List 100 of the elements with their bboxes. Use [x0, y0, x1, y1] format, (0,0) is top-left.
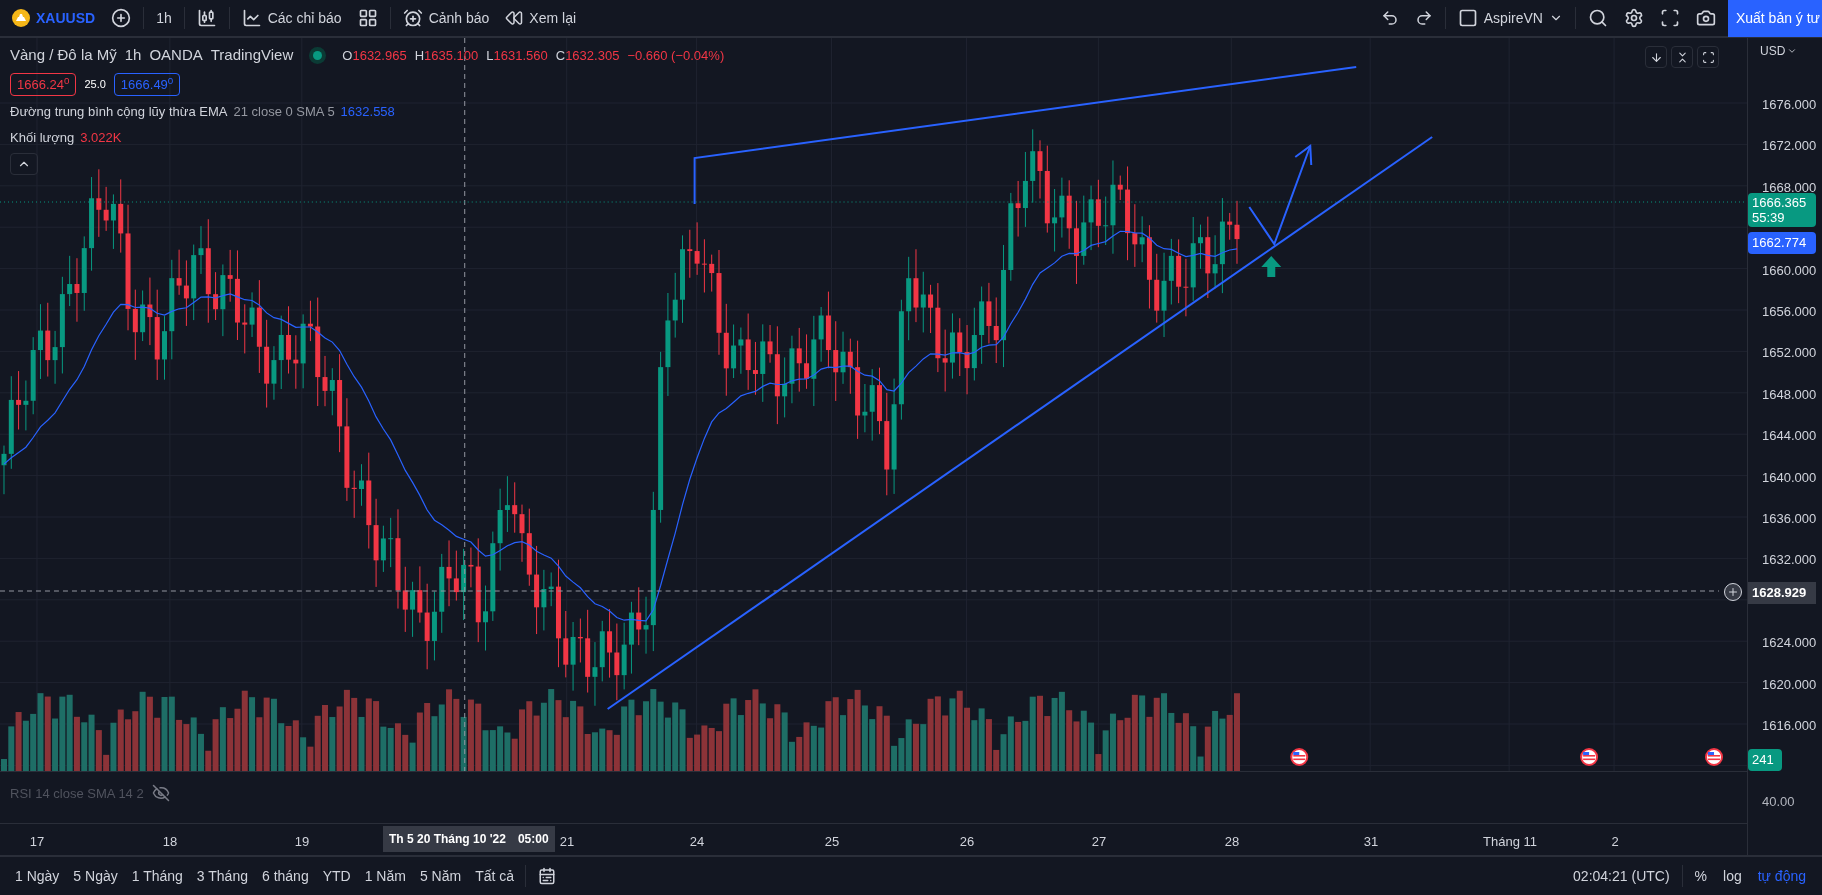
layout-button[interactable]: AspireVN	[1449, 3, 1571, 33]
time-tick: 21	[559, 833, 575, 851]
price-tick: 1644.000	[1762, 427, 1817, 446]
time-tick: 17	[29, 833, 45, 851]
price-tick: 1636.000	[1762, 510, 1817, 528]
indicator-value: 1632.558	[340, 103, 395, 121]
calendar-icon	[538, 867, 557, 885]
collapse-legend-button[interactable]	[10, 153, 38, 175]
ohlc-value: 1632.305	[565, 46, 620, 65]
plus-icon	[111, 8, 132, 28]
range-button[interactable]: 5 Ngày	[66, 862, 125, 890]
publish-button[interactable]: Xuất bản ý tư	[1727, 0, 1822, 37]
scroll-down-button[interactable]	[1645, 46, 1667, 68]
range-button[interactable]: 5 Năm	[412, 862, 469, 890]
collapse-button[interactable]	[1671, 46, 1693, 68]
indicator-name: Đường trung bình cộng lũy thừa EMA	[10, 103, 228, 121]
ohlc-value: 1631.560	[493, 46, 548, 65]
camera-icon	[1695, 8, 1716, 28]
ohlc-label: H	[414, 46, 425, 65]
legend-title: TradingView	[210, 45, 294, 65]
ohlc-value: 1632.965	[352, 46, 407, 65]
time-tick: 31	[1363, 833, 1379, 851]
crosshair-price-tag: 1628.929	[1748, 582, 1816, 604]
volume-tag: 241	[1748, 749, 1782, 771]
ohlc-value: 1635.100	[424, 46, 479, 65]
range-button[interactable]: 1 Năm	[357, 862, 413, 890]
rsi-label: RSI 14 close SMA 14 2	[10, 785, 144, 803]
time-tick: 2	[1611, 833, 1619, 851]
range-button[interactable]: 1 Ngày	[8, 862, 67, 890]
replay-button[interactable]: Xem lại	[497, 3, 585, 33]
fullscreen-icon	[1659, 8, 1680, 28]
price-tick: 1668.000	[1762, 178, 1817, 197]
interval-button[interactable]: 1h	[148, 3, 180, 33]
ohlc-label: L	[486, 46, 494, 65]
up-arrow-icon	[1261, 256, 1282, 277]
square-icon	[1457, 8, 1478, 28]
grid-icon	[357, 8, 378, 28]
plus-icon	[1727, 586, 1739, 598]
maximize-button[interactable]	[1697, 46, 1719, 68]
rsi-tick: 40.00	[1762, 793, 1795, 811]
price-tick: 1632.000	[1762, 551, 1817, 570]
frame-icon	[1701, 50, 1715, 64]
symbol-button[interactable]: XAUUSD	[4, 3, 104, 33]
price-tick: 1624.000	[1762, 634, 1817, 653]
search-icon	[1587, 8, 1608, 28]
range-button[interactable]: 6 tháng	[254, 862, 316, 890]
price-tick: 1672.000	[1762, 137, 1817, 156]
indicator-params: 21 close 0 SMA 5	[233, 103, 335, 121]
auto-scale-button[interactable]: tự động	[1749, 865, 1814, 887]
rewind-icon	[505, 9, 524, 27]
percent-button[interactable]: %	[1686, 865, 1715, 887]
alerts-button[interactable]: Cảnh báo	[394, 3, 498, 33]
range-button[interactable]: 1 Tháng	[124, 862, 190, 890]
time-tick: Tháng 11	[1483, 833, 1537, 851]
last-price: 1666.365	[1752, 195, 1808, 210]
coin-logo-icon	[12, 9, 30, 27]
spread-value: 25.0	[84, 77, 106, 92]
alarm-clock-icon	[402, 8, 423, 28]
undo-icon	[1380, 9, 1399, 27]
price-tick: 1656.000	[1762, 303, 1817, 321]
range-button[interactable]: Tất cả	[468, 862, 522, 890]
price-tick: 1616.000	[1762, 717, 1817, 735]
time-tick: 28	[1224, 833, 1240, 851]
flag-icon[interactable]	[1290, 748, 1309, 766]
range-button[interactable]: 3 Tháng	[189, 862, 255, 890]
arrow-down-icon	[1649, 50, 1663, 64]
legend-title: Vàng / Đô la Mỹ	[10, 45, 117, 65]
indicators-button[interactable]: Các chỉ báo	[233, 3, 350, 33]
log-button[interactable]: log	[1715, 865, 1750, 887]
crosshair-time: 05:00	[517, 831, 549, 848]
indicator-name: Khối lượng	[10, 128, 75, 147]
legend-title: 1h	[124, 45, 142, 65]
price-tick: 1620.000	[1762, 675, 1817, 694]
clock-time[interactable]: 02:04:21 (UTC)	[1565, 865, 1678, 887]
time-tick: 19	[294, 833, 310, 851]
flag-icon[interactable]	[1705, 748, 1723, 766]
price-tick: 1676.000	[1762, 96, 1817, 114]
time-tick: 27	[1091, 833, 1107, 851]
chart-line-icon	[241, 8, 262, 28]
ask-price[interactable]: 1666.49$^{0}$	[113, 72, 181, 96]
settings-icon	[1623, 8, 1644, 28]
price-change: −0.660 (−0.04%)	[627, 46, 725, 65]
bid-price[interactable]: 1666.24$^{0}$	[10, 72, 77, 96]
ohlc-label: O	[342, 46, 353, 65]
price-tick: 1660.000	[1762, 261, 1817, 280]
time-tick: 25	[824, 833, 840, 851]
bar-countdown: 55:39	[1752, 210, 1786, 225]
flag-icon[interactable]	[1580, 748, 1599, 766]
range-button[interactable]: YTD	[315, 862, 358, 890]
indicator-value: 3.022K	[80, 128, 122, 147]
ema-price-tag: 1662.774	[1748, 232, 1816, 254]
time-tick: 24	[689, 833, 705, 851]
currency-button[interactable]: USD	[1760, 42, 1798, 60]
time-tick: 26	[959, 833, 975, 851]
price-tick: 1640.000	[1762, 468, 1817, 487]
add-crosshair-button[interactable]	[1724, 583, 1742, 601]
chevron-down-icon	[1787, 46, 1798, 56]
redo-icon	[1414, 9, 1433, 27]
price-tick: 1652.000	[1762, 344, 1817, 363]
crosshair-date: Th 5 20 Tháng 10 '22	[389, 831, 506, 848]
